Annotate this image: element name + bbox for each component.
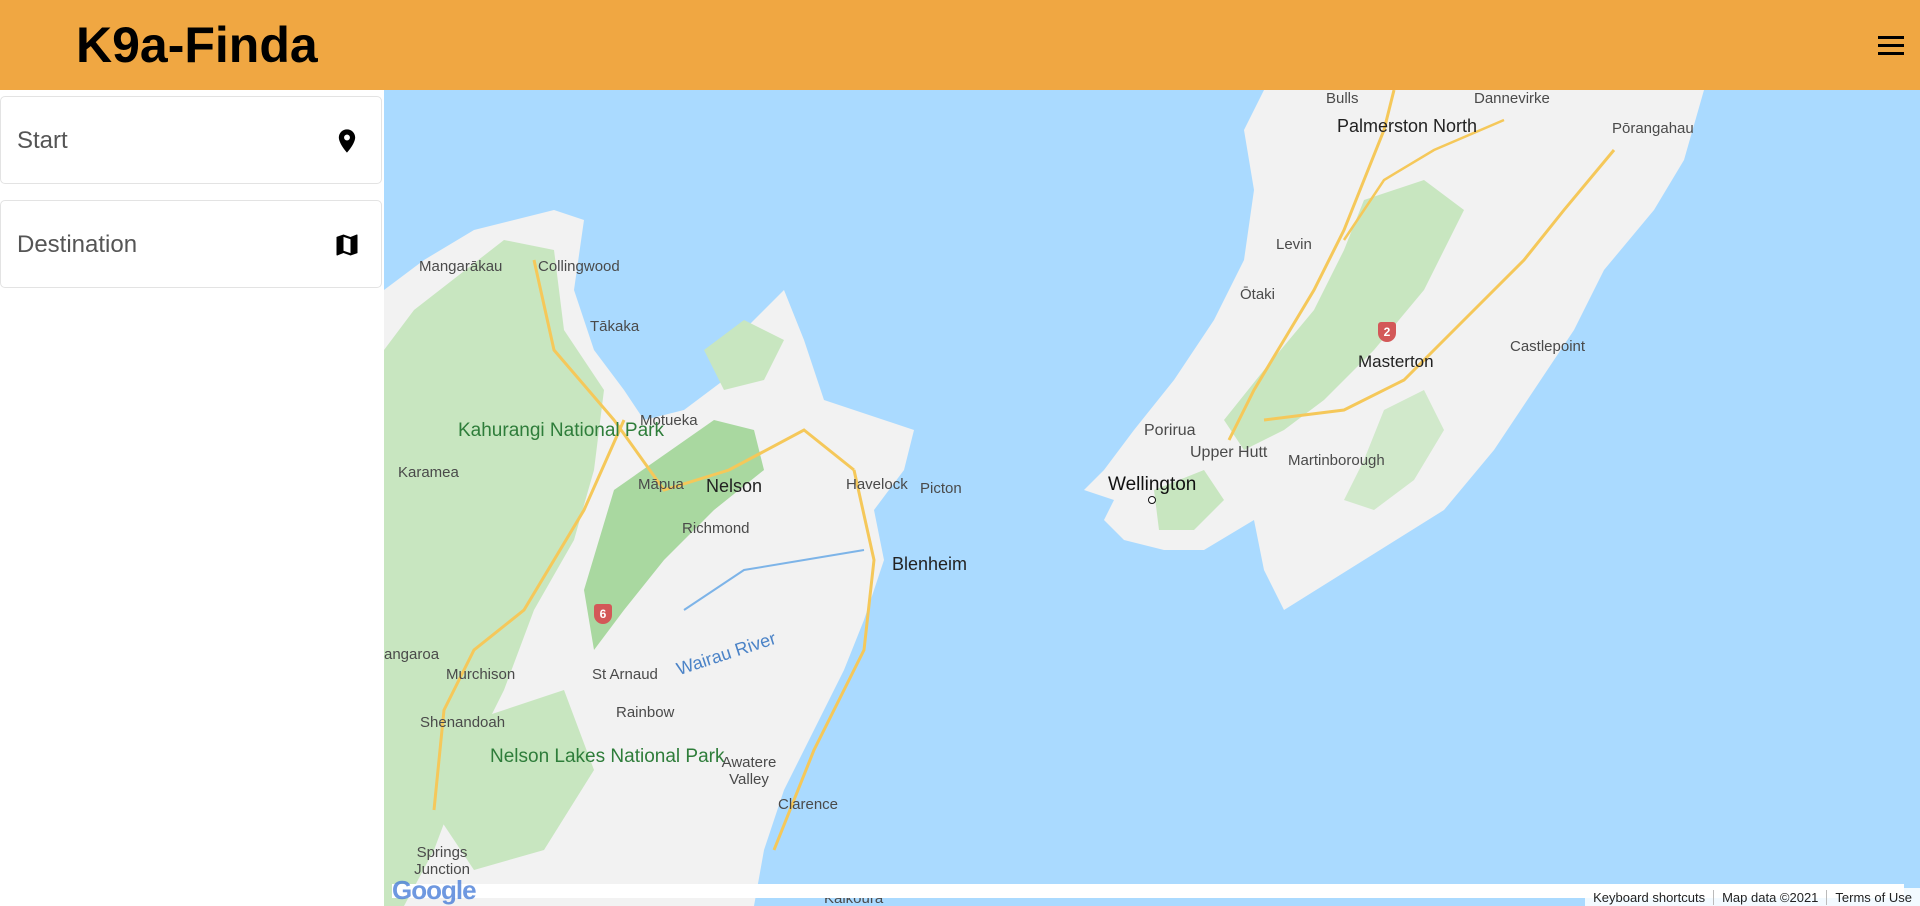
- map-attribution: Keyboard shortcuts Map data ©2021 Terms …: [1585, 888, 1920, 906]
- map-label-takaka: Tākaka: [590, 318, 640, 335]
- map-label-clarence: Clarence: [778, 796, 839, 813]
- map-label-palmerston-north: Palmerston North: [1336, 116, 1478, 136]
- map-label-angaroa: angaroa: [384, 646, 440, 663]
- map-label-castlepoint: Castlepoint: [1510, 338, 1586, 355]
- map-label-bulls: Bulls: [1326, 90, 1359, 107]
- map-label-collingwood: Collingwood: [538, 258, 620, 275]
- map-label-nelson: Nelson: [706, 476, 763, 496]
- map-label-upper-hutt: Upper Hutt: [1190, 444, 1268, 461]
- map-label-porirua: Porirua: [1144, 422, 1196, 439]
- location-pin-icon[interactable]: [333, 125, 361, 157]
- map-label-otaki: Ōtaki: [1240, 286, 1276, 303]
- app-header: K9a-Finda: [0, 0, 1920, 90]
- map-data-text: Map data ©2021: [1713, 889, 1826, 905]
- map-view[interactable]: Bulls Dannevirke Palmerston North Pōrang…: [384, 90, 1920, 906]
- start-field-card: [0, 96, 382, 184]
- destination-field-card: [0, 200, 382, 288]
- map-label-havelock: Havelock: [846, 476, 908, 493]
- map-label-springs-junction: Springs Junction: [414, 844, 470, 878]
- map-label-masterton: Masterton: [1358, 352, 1434, 371]
- map-label-levin: Levin: [1276, 236, 1312, 253]
- map-label-richmond: Richmond: [682, 520, 750, 537]
- map-label-shenandoah: Shenandoah: [420, 714, 506, 731]
- map-label-wellington: Wellington: [1108, 474, 1197, 495]
- map-label-rainbow: Rainbow: [616, 704, 675, 721]
- map-label-blenheim: Blenheim: [892, 554, 968, 574]
- map-label-nelson-lakes: Nelson Lakes National Park: [490, 746, 725, 767]
- map-label-picton: Picton: [920, 480, 962, 497]
- map-label-mangarakau: Mangarākau: [419, 258, 503, 275]
- map-label-karamea: Karamea: [398, 464, 459, 481]
- keyboard-shortcuts-link[interactable]: Keyboard shortcuts: [1585, 890, 1713, 905]
- map-label-mapua: Māpua: [638, 476, 684, 493]
- google-logo: Google: [392, 875, 477, 905]
- wellington-capital-marker: [1148, 496, 1156, 504]
- route-2-shield: 2: [1378, 322, 1396, 342]
- app-title: K9a-Finda: [76, 17, 318, 73]
- map-label-murchison: Murchison: [446, 666, 516, 683]
- hamburger-menu-icon[interactable]: [1876, 33, 1906, 59]
- start-input[interactable]: [17, 121, 317, 161]
- map-label-porangahau: Pōrangahau: [1612, 120, 1694, 137]
- map-label-st-arnaud: St Arnaud: [592, 666, 658, 683]
- terms-of-use-link[interactable]: Terms of Use: [1826, 889, 1920, 905]
- destination-input[interactable]: [17, 225, 317, 265]
- map-label-awatere-valley: Awatere Valley: [721, 754, 777, 788]
- route-6-shield: 6: [594, 604, 612, 624]
- map-icon[interactable]: [333, 229, 361, 261]
- map-label-kahurangi: Kahurangi National Park: [458, 420, 664, 441]
- sidebar: [0, 90, 384, 906]
- map-label-martinborough: Martinborough: [1288, 452, 1385, 469]
- map-label-dannevirke: Dannevirke: [1474, 90, 1550, 107]
